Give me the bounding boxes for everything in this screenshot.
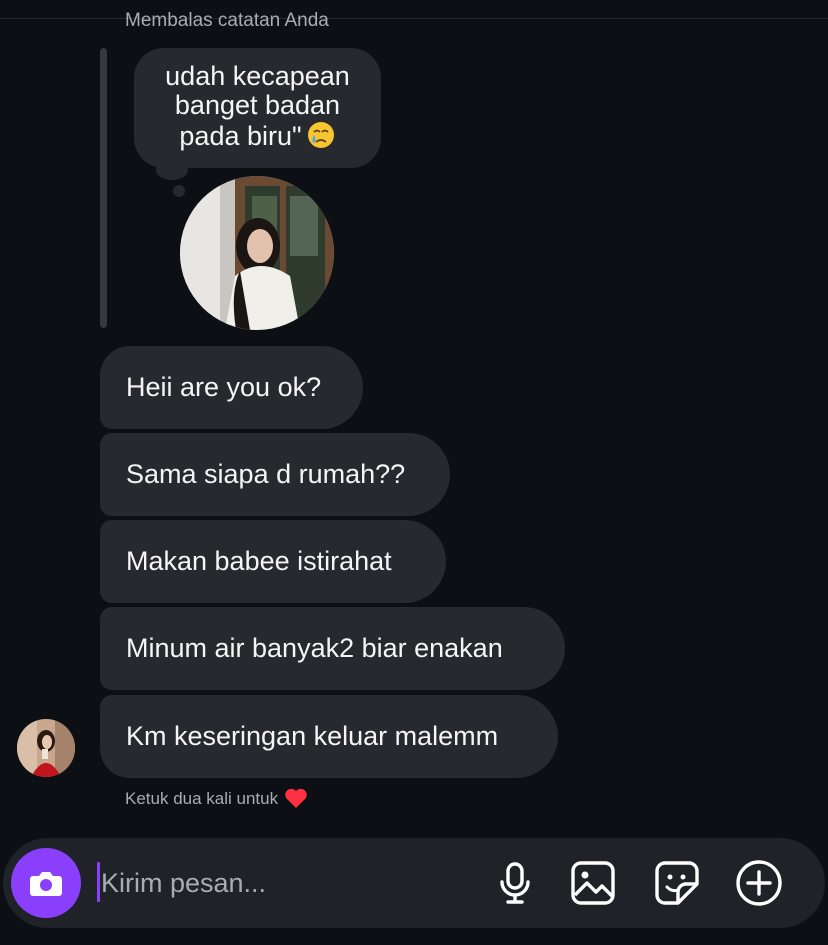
- sender-avatar[interactable]: [17, 719, 75, 777]
- camera-button[interactable]: [11, 848, 81, 918]
- message-bubble[interactable]: Heii are you ok?: [100, 346, 363, 429]
- message-input[interactable]: [101, 860, 471, 906]
- text-caret: [97, 862, 100, 902]
- sticker-icon: [655, 861, 699, 905]
- message-bubble[interactable]: Minum air banyak2 biar enakan: [100, 607, 565, 690]
- reply-context-label: Membalas catatan Anda: [125, 10, 329, 31]
- note-bubble-tail: [156, 160, 188, 180]
- note-bubble[interactable]: udah kecapean banget badan pada biru": [134, 48, 381, 168]
- camera-icon: [30, 872, 62, 896]
- reply-indicator-bar: [100, 48, 107, 328]
- microphone-icon: [500, 862, 530, 904]
- heart-icon: [285, 788, 307, 808]
- sticker-button[interactable]: [651, 857, 703, 909]
- plus-icon: [736, 860, 782, 906]
- note-bubble-tail-dot: [173, 185, 185, 197]
- crying-face-emoji-icon: [307, 122, 334, 148]
- more-options-button[interactable]: [733, 857, 785, 909]
- message-bubble[interactable]: Km keseringan keluar malemm: [100, 695, 558, 778]
- gallery-button[interactable]: [567, 857, 619, 909]
- message-bubble[interactable]: Makan babee istirahat: [100, 520, 446, 603]
- gallery-icon: [571, 861, 615, 905]
- double-tap-hint: Ketuk dua kali untuk: [125, 787, 308, 809]
- note-author-photo[interactable]: [180, 176, 334, 330]
- voice-message-button[interactable]: [489, 857, 541, 909]
- hint-text: Ketuk dua kali untuk: [125, 789, 279, 808]
- message-bubble[interactable]: Sama siapa d rumah??: [100, 433, 450, 516]
